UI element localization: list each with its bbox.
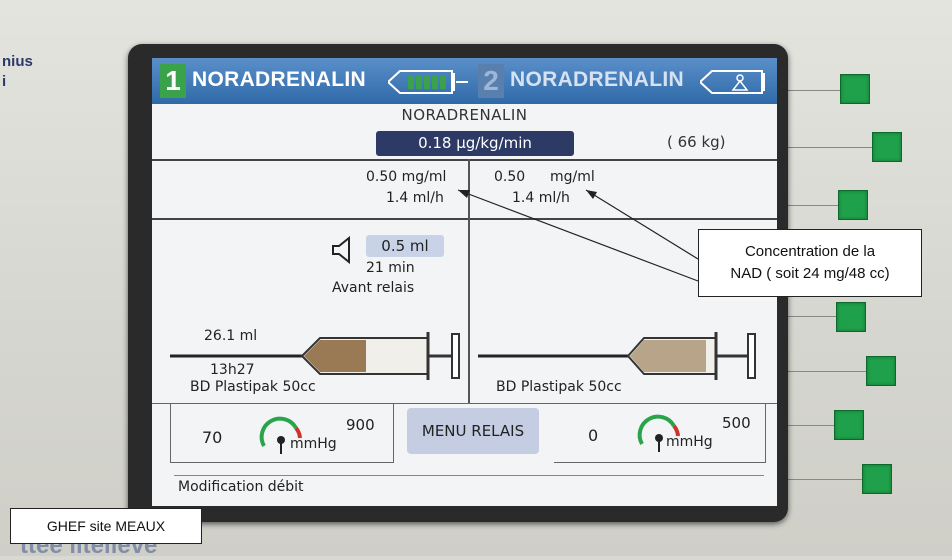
credit-label: GHEF site MEAUX — [10, 508, 202, 544]
annotation-callout: Concentration de la NAD ( soit 24 mg/48 … — [698, 229, 922, 297]
annotation-line-2: NAD ( soit 24 mg/48 cc) — [730, 265, 890, 282]
annotation-line-1: Concentration de la — [744, 243, 876, 260]
